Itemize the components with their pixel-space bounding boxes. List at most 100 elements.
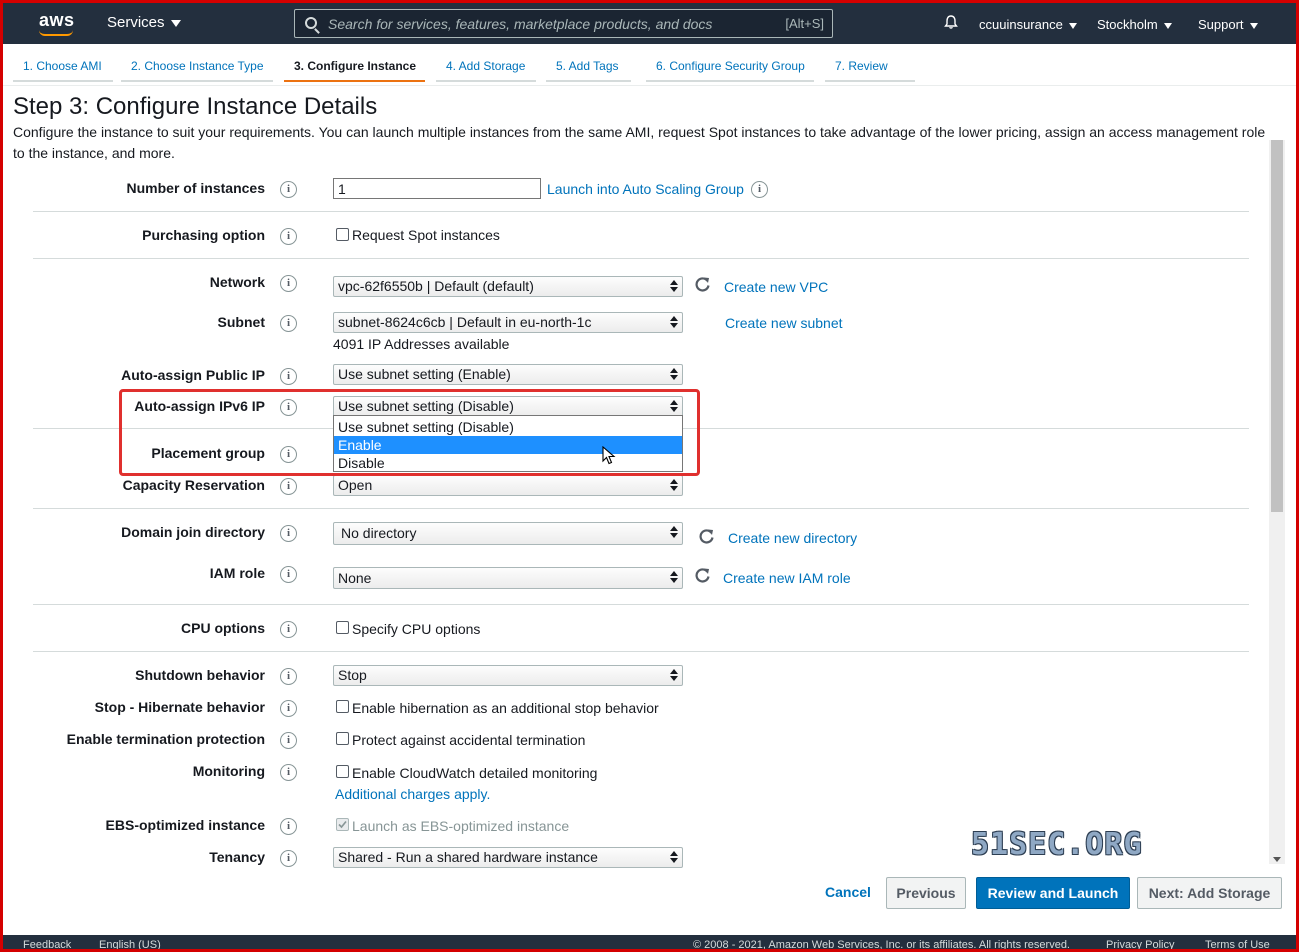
cancel-button[interactable]: Cancel <box>815 877 881 909</box>
public-ip-label: Auto-assign Public IP <box>121 367 265 383</box>
services-label: Services <box>107 14 165 31</box>
select-arrows-icon <box>670 280 678 293</box>
ipv6-select[interactable]: Use subnet setting (Disable) <box>333 396 683 417</box>
info-icon[interactable]: i <box>280 368 297 385</box>
privacy-policy-link[interactable]: Privacy Policy <box>1106 939 1174 949</box>
info-icon[interactable]: i <box>280 181 297 198</box>
info-icon[interactable]: i <box>280 228 297 245</box>
previous-button[interactable]: Previous <box>886 877 966 909</box>
tab-choose-instance-type[interactable]: 2. Choose Instance Type <box>131 59 264 73</box>
subnet-label: Subnet <box>217 314 265 330</box>
info-icon[interactable]: i <box>280 700 297 717</box>
info-icon[interactable]: i <box>751 181 768 198</box>
region-menu[interactable]: Stockholm <box>1097 17 1172 32</box>
cloudwatch-monitoring-checkbox[interactable] <box>336 765 349 778</box>
section-divider <box>33 508 1249 509</box>
additional-charges-link[interactable]: Additional charges apply. <box>335 786 490 802</box>
search-icon <box>305 17 317 29</box>
cpu-options-checkbox[interactable] <box>336 621 349 634</box>
domain-join-label: Domain join directory <box>121 524 265 540</box>
tab-review[interactable]: 7. Review <box>835 59 888 73</box>
search-input[interactable] <box>328 14 768 34</box>
public-ip-value: Use subnet setting (Enable) <box>338 366 511 382</box>
info-icon[interactable]: i <box>280 668 297 685</box>
spot-checkbox[interactable] <box>336 228 349 241</box>
select-arrows-icon <box>670 368 678 381</box>
ipv6-option-disable[interactable]: Disable <box>334 454 682 472</box>
create-iam-role-link[interactable]: Create new IAM role <box>723 570 851 586</box>
aws-logo[interactable]: aws <box>39 10 75 31</box>
domain-join-select[interactable]: No directory <box>333 522 683 545</box>
launch-asg-link[interactable]: Launch into Auto Scaling Group <box>547 181 744 197</box>
tenancy-value: Shared - Run a shared hardware instance <box>338 849 598 865</box>
select-arrows-icon <box>670 571 678 584</box>
info-icon[interactable]: i <box>280 275 297 292</box>
info-icon[interactable]: i <box>280 399 297 416</box>
iam-role-select[interactable]: None <box>333 567 683 589</box>
ipv6-value: Use subnet setting (Disable) <box>338 398 514 414</box>
select-arrows-icon <box>670 669 678 682</box>
iam-role-label: IAM role <box>209 565 265 581</box>
next-add-storage-button[interactable]: Next: Add Storage <box>1137 877 1282 909</box>
copyright-text: © 2008 - 2021, Amazon Web Services, Inc.… <box>693 939 1070 949</box>
termination-protection-checkbox-label: Protect against accidental termination <box>352 732 586 748</box>
ipv6-option-enable[interactable]: Enable <box>334 436 682 454</box>
caret-down-icon <box>170 19 181 27</box>
info-icon[interactable]: i <box>280 566 297 583</box>
info-icon[interactable]: i <box>280 525 297 542</box>
capacity-reservation-select[interactable]: Open <box>333 475 683 496</box>
services-menu-button[interactable]: Services <box>107 14 181 31</box>
tab-configure-security-group[interactable]: 6. Configure Security Group <box>656 59 805 73</box>
termination-protection-checkbox[interactable] <box>336 732 349 745</box>
shutdown-behavior-select[interactable]: Stop <box>333 665 683 686</box>
ipv6-option-subnet-setting[interactable]: Use subnet setting (Disable) <box>334 418 682 436</box>
search-box[interactable]: [Alt+S] <box>294 9 833 38</box>
support-menu[interactable]: Support <box>1198 17 1258 32</box>
tab-add-storage[interactable]: 4. Add Storage <box>446 59 525 73</box>
review-and-launch-button[interactable]: Review and Launch <box>976 877 1130 909</box>
info-icon[interactable]: i <box>280 732 297 749</box>
feedback-link[interactable]: Feedback <box>23 939 71 949</box>
info-icon[interactable]: i <box>280 818 297 835</box>
create-directory-link[interactable]: Create new directory <box>728 530 857 546</box>
hibernate-checkbox[interactable] <box>336 700 349 713</box>
account-menu[interactable]: ccuuinsurance <box>979 17 1077 32</box>
create-subnet-link[interactable]: Create new subnet <box>725 315 843 331</box>
create-vpc-link[interactable]: Create new VPC <box>724 279 828 295</box>
caret-down-icon <box>1163 22 1172 29</box>
tab-add-tags[interactable]: 5. Add Tags <box>556 59 619 73</box>
num-instances-input[interactable] <box>333 178 541 199</box>
refresh-icon[interactable] <box>694 567 711 584</box>
num-instances-label: Number of instances <box>126 180 265 196</box>
info-icon[interactable]: i <box>280 621 297 638</box>
info-icon[interactable]: i <box>280 764 297 781</box>
support-label: Support <box>1198 17 1244 32</box>
hibernate-checkbox-label: Enable hibernation as an additional stop… <box>352 700 659 716</box>
tab-choose-ami[interactable]: 1. Choose AMI <box>23 59 102 73</box>
info-icon[interactable]: i <box>280 446 297 463</box>
tab-underline <box>121 80 273 82</box>
iam-role-value: None <box>338 570 372 586</box>
terms-of-use-link[interactable]: Terms of Use <box>1205 939 1270 949</box>
bell-icon[interactable] <box>944 15 958 29</box>
vertical-scrollbar[interactable] <box>1269 140 1285 864</box>
domain-join-value: No directory <box>341 525 417 541</box>
browser-frame: aws Services [Alt+S] ccuuinsurance Stock… <box>3 3 1296 949</box>
capacity-reservation-value: Open <box>338 477 373 493</box>
subnet-select[interactable]: subnet-8624c6cb | Default in eu-north-1c <box>333 312 683 333</box>
refresh-icon[interactable] <box>694 276 711 293</box>
tab-configure-instance[interactable]: 3. Configure Instance <box>294 59 416 73</box>
tenancy-label: Tenancy <box>209 849 265 865</box>
scroll-down-arrow-icon[interactable] <box>1273 857 1281 862</box>
language-selector[interactable]: English (US) <box>99 939 161 949</box>
section-divider <box>33 258 1249 259</box>
refresh-icon[interactable] <box>698 528 715 545</box>
search-shortcut-hint: [Alt+S] <box>785 16 824 31</box>
public-ip-select[interactable]: Use subnet setting (Enable) <box>333 364 683 385</box>
network-select[interactable]: vpc-62f6550b | Default (default) <box>333 276 683 297</box>
scrollbar-thumb[interactable] <box>1271 140 1283 512</box>
ipv6-label: Auto-assign IPv6 IP <box>134 398 265 414</box>
info-icon[interactable]: i <box>280 315 297 332</box>
info-icon[interactable]: i <box>280 478 297 495</box>
select-arrows-icon <box>670 851 678 864</box>
